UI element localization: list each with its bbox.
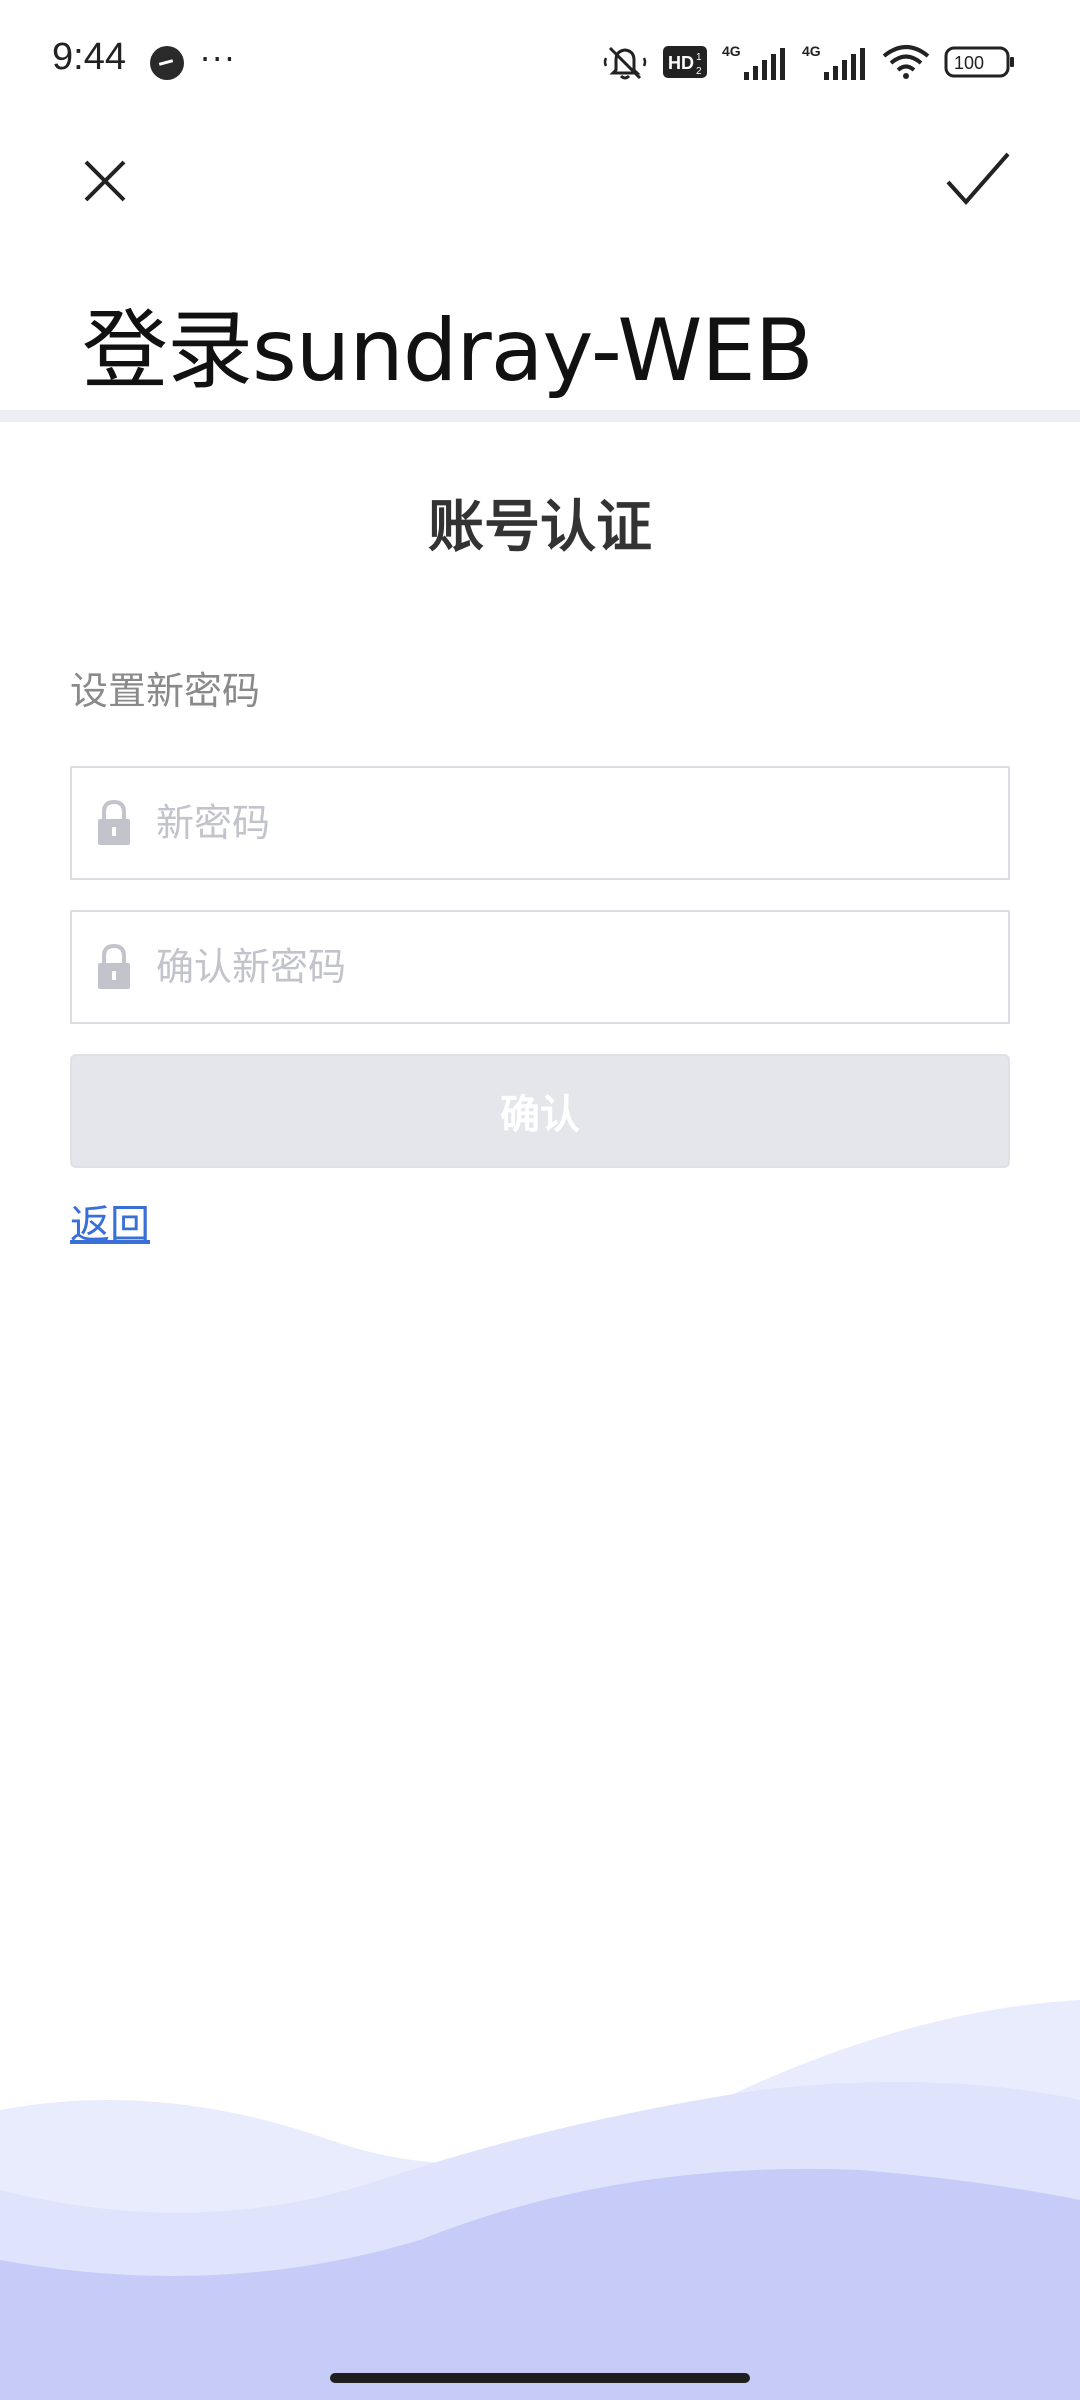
hd-voice-icon: HD 1 2 [662,44,708,80]
status-time: 9:44 [52,36,126,78]
lock-icon [98,943,130,989]
page-title: 登录sundray-WEB [82,301,814,401]
set-password-label: 设置新密码 [70,669,261,713]
web-content: 账号认证 设置新密码 确认 返回 [0,422,1080,2400]
signal-4g-icon: 4G [722,42,788,82]
decorative-waves [0,2000,1080,2400]
auth-title: 账号认证 [428,495,652,560]
app-notification-icon [150,46,184,80]
home-indicator[interactable] [330,2373,750,2383]
header-divider [0,410,1080,422]
close-icon [84,160,126,202]
svg-text:2: 2 [696,66,702,77]
confirm-password-field[interactable] [70,910,1010,1024]
svg-text:100: 100 [954,53,984,73]
confirm-button[interactable]: 确认 [70,1054,1010,1168]
done-button[interactable] [942,146,1014,216]
lock-icon [98,799,130,845]
confirm-password-input[interactable] [154,944,978,990]
status-bar: 9:44 ··· HD 1 2 4G 4G 100 [0,0,1080,126]
new-password-field[interactable] [70,766,1010,880]
svg-text:HD: HD [668,53,694,73]
more-notifications-icon: ··· [200,40,237,78]
back-link[interactable]: 返回 [70,1192,150,1250]
wifi-icon [882,44,930,80]
svg-text:1: 1 [696,52,702,63]
checkmark-icon [946,152,1010,206]
mute-bell-icon [602,42,648,82]
status-icons: HD 1 2 4G 4G 100 [602,42,1016,82]
svg-text:4G: 4G [722,43,741,59]
battery-icon: 100 [944,45,1016,79]
close-button[interactable] [70,146,140,216]
signal-4g-icon-2: 4G [802,42,868,82]
svg-text:4G: 4G [802,43,821,59]
new-password-input[interactable] [154,800,978,846]
